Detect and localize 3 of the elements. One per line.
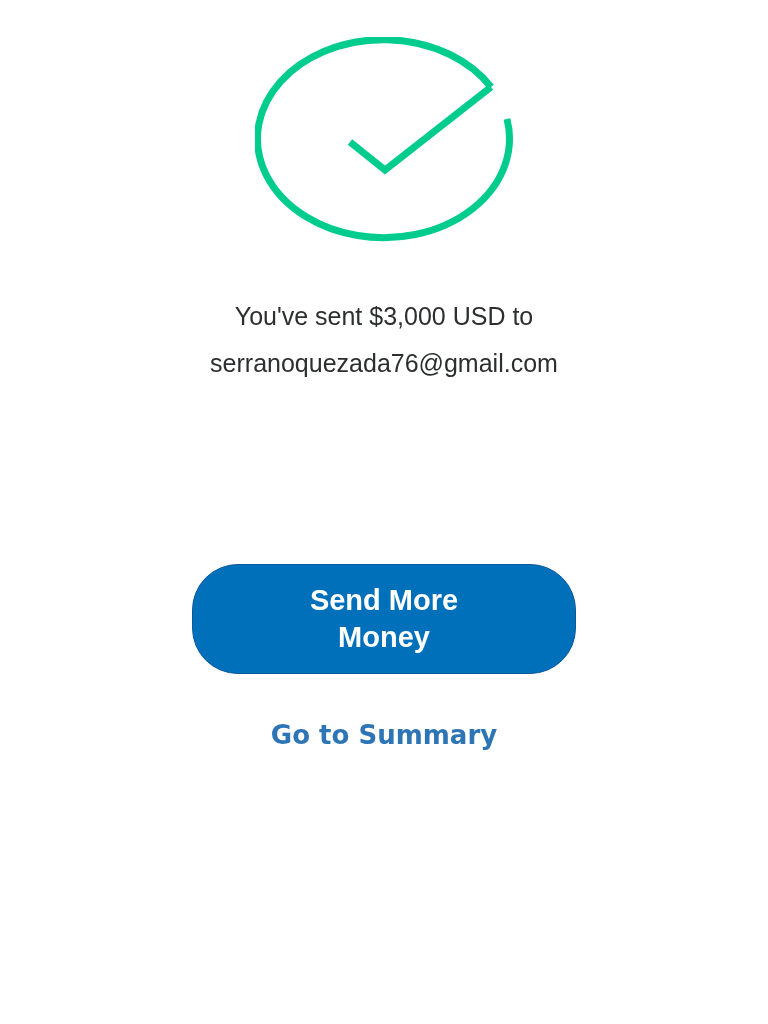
go-to-summary-link[interactable]: Go to Summary <box>270 720 498 750</box>
confirmation-message: You've sent $3,000 USD to serranoquezada76@gmail.com <box>209 301 559 379</box>
send-more-money-button[interactable]: Send More Money <box>192 564 576 674</box>
